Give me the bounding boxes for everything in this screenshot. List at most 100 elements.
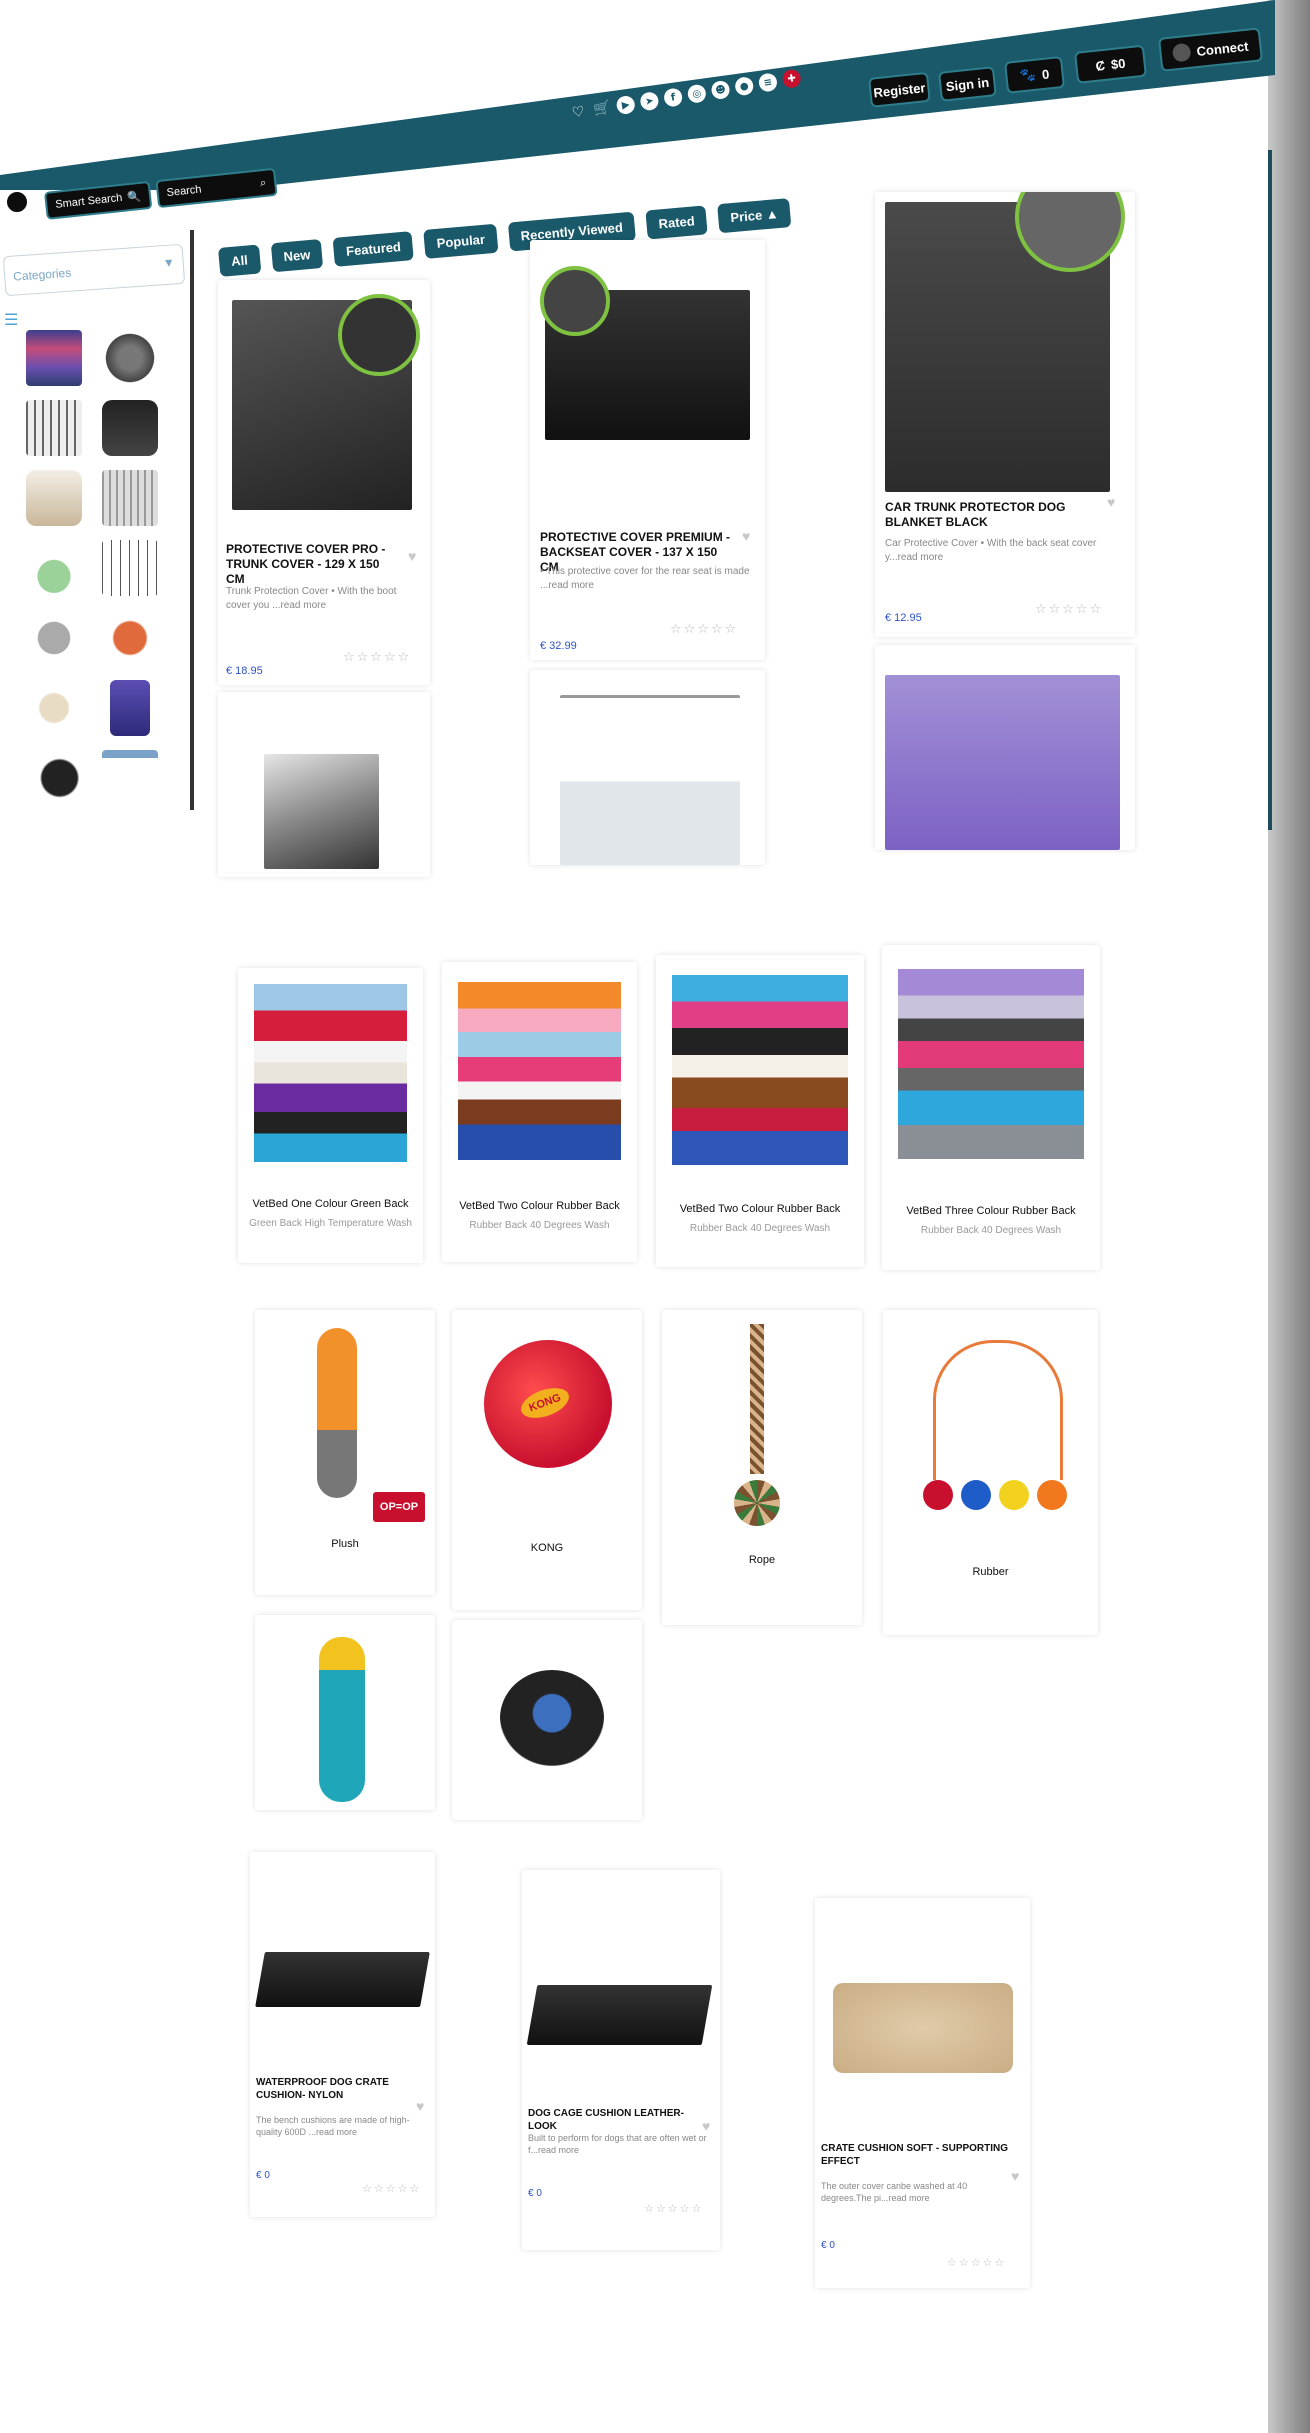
- product-card[interactable]: CRATE CUSHION SOFT - SUPPORTING EFFECT ♥…: [815, 1898, 1030, 2288]
- wishlist-heart-icon[interactable]: ♥: [416, 2098, 424, 2114]
- product-title[interactable]: CRATE CUSHION SOFT - SUPPORTING EFFECT: [821, 2143, 1016, 2168]
- category-thumb-toys[interactable]: [26, 680, 82, 736]
- category-thumb-crates[interactable]: [26, 400, 82, 456]
- youtube-icon[interactable]: ▶: [615, 94, 637, 116]
- product-price: € 32.99: [540, 640, 577, 652]
- product-image: [560, 695, 740, 865]
- product-card[interactable]: PROTECTIVE COVER PREMIUM - BACKSEAT COVE…: [530, 240, 765, 660]
- category-thumb-dryers[interactable]: [26, 750, 82, 806]
- register-button[interactable]: Register: [868, 71, 931, 108]
- product-card[interactable]: DOG CAGE CUSHION LEATHER- LOOK ♥ Built t…: [522, 1870, 720, 2250]
- cart-icon[interactable]: 🛒: [592, 98, 613, 119]
- toy-image: [500, 1670, 604, 1766]
- toy-category-card[interactable]: Rubber: [883, 1310, 1098, 1635]
- product-image-inset: [540, 266, 610, 336]
- category-thumb-pens[interactable]: [102, 540, 158, 596]
- category-thumb-cushions[interactable]: [26, 540, 82, 596]
- product-card[interactable]: PROTECTIVE COVER PRO - TRUNK COVER - 129…: [218, 280, 430, 685]
- product-title[interactable]: DOG CAGE CUSHION LEATHER- LOOK: [528, 2108, 708, 2133]
- vetbed-subtitle: Rubber Back 40 Degrees Wash: [469, 1220, 610, 1231]
- vetbed-card[interactable]: VetBed One Colour Green Back Green Back …: [238, 968, 423, 1263]
- product-card[interactable]: [875, 645, 1135, 850]
- categories-select[interactable]: Categories ▼: [2, 243, 186, 297]
- tab-all[interactable]: All: [218, 244, 261, 277]
- uk-flag-icon[interactable]: ✚: [781, 68, 802, 89]
- tab-popular[interactable]: Popular: [423, 223, 499, 259]
- product-description: The outer cover canbe washed at 40 degre…: [821, 2181, 968, 2204]
- sign-in-button[interactable]: Sign in: [938, 66, 997, 102]
- toy-image: [999, 1480, 1029, 1510]
- product-image: [526, 1985, 713, 2045]
- rating-stars[interactable]: ☆☆☆☆☆: [644, 2202, 703, 2215]
- vetbed-subtitle: Green Back High Temperature Wash: [249, 1218, 412, 1229]
- toy-image: [317, 1328, 357, 1498]
- product-image: [264, 754, 379, 869]
- rating-stars[interactable]: ☆☆☆☆☆: [670, 622, 738, 637]
- product-card[interactable]: [218, 692, 430, 877]
- smart-search-label: Smart Search: [54, 191, 123, 211]
- product-description: Trunk Protection Cover • With the boot c…: [226, 586, 397, 611]
- toy-image: [319, 1637, 365, 1802]
- paw-points-button[interactable]: 🐾 0: [1004, 55, 1066, 94]
- toy-category-card[interactable]: [255, 1615, 435, 1810]
- search-placeholder: Search: [166, 183, 203, 200]
- page-edge-line: [1268, 150, 1272, 830]
- product-title[interactable]: CAR TRUNK PROTECTOR DOG BLANKET BLACK: [885, 500, 1085, 530]
- wishlist-heart-icon[interactable]: ♥: [1107, 494, 1115, 510]
- rating-stars[interactable]: ☆☆☆☆☆: [1035, 602, 1103, 617]
- rating-stars[interactable]: ☆☆☆☆☆: [343, 650, 411, 665]
- toy-category-card[interactable]: OP=OP Plush: [255, 1310, 435, 1595]
- product-price: € 18.95: [226, 665, 263, 677]
- discord-icon[interactable]: ☻: [710, 79, 731, 101]
- product-description: Car Protective Cover • With the back sea…: [885, 538, 1097, 563]
- vetbed-image: [898, 969, 1084, 1159]
- toy-image-ball: [734, 1480, 780, 1526]
- category-thumb-grooming-tables[interactable]: [102, 750, 158, 806]
- vetbed-card[interactable]: VetBed Two Colour Rubber Back Rubber Bac…: [442, 962, 637, 1262]
- toy-category-card[interactable]: KONG KONG: [452, 1310, 642, 1610]
- telegram-icon[interactable]: ➤: [639, 90, 660, 112]
- vetbed-card[interactable]: VetBed Two Colour Rubber Back Rubber Bac…: [656, 955, 864, 1267]
- connect-label: Connect: [1195, 38, 1250, 59]
- wishlist-icon[interactable]: ♡: [568, 102, 589, 123]
- vetbed-card[interactable]: VetBed Three Colour Rubber Back Rubber B…: [882, 945, 1100, 1270]
- wishlist-heart-icon[interactable]: ♥: [742, 528, 750, 544]
- tab-new[interactable]: New: [270, 238, 324, 273]
- instagram-icon[interactable]: ◎: [686, 83, 708, 105]
- tab-price[interactable]: Price ▲: [717, 198, 792, 234]
- category-thumb-chews[interactable]: [102, 610, 158, 666]
- category-thumb-dog-beds[interactable]: [102, 330, 158, 386]
- brand-logo[interactable]: DogStore: [2, 190, 36, 224]
- toy-category-name: Rubber: [972, 1566, 1009, 1578]
- toy-image: [1037, 1480, 1067, 1510]
- facebook-icon[interactable]: f: [662, 87, 684, 108]
- category-thumb-cages[interactable]: [102, 470, 158, 526]
- tab-rated[interactable]: Rated: [645, 205, 708, 240]
- medium-icon[interactable]: ●: [733, 75, 755, 97]
- product-card[interactable]: [530, 670, 765, 865]
- toy-image: [750, 1324, 764, 1474]
- wishlist-heart-icon[interactable]: ♥: [408, 548, 416, 564]
- category-thumb-carriers[interactable]: [102, 400, 158, 456]
- toy-category-card[interactable]: [452, 1620, 642, 1820]
- category-thumb-dog-houses[interactable]: [26, 610, 82, 666]
- product-image: [255, 1952, 430, 2007]
- wallet-avatar-icon: [1171, 42, 1192, 63]
- rating-stars[interactable]: ☆☆☆☆☆: [362, 2182, 421, 2195]
- product-card[interactable]: WATERPROOF DOG CRATE CUSHION- NYLON ♥ Th…: [250, 1852, 435, 2217]
- product-image-inset: [338, 294, 420, 376]
- menu-icon[interactable]: ☰: [4, 310, 18, 330]
- chat-icon[interactable]: ≡: [757, 72, 779, 93]
- toy-category-card[interactable]: Rope: [662, 1310, 862, 1625]
- product-card[interactable]: CAR TRUNK PROTECTOR DOG BLANKET BLACK ♥ …: [875, 192, 1135, 637]
- category-thumb-blankets[interactable]: [26, 330, 82, 386]
- product-title[interactable]: PROTECTIVE COVER PRO - TRUNK COVER - 129…: [226, 542, 396, 587]
- chevron-down-icon: ▼: [162, 255, 176, 271]
- category-thumb-travel-crates[interactable]: [26, 470, 82, 526]
- rating-stars[interactable]: ☆☆☆☆☆: [947, 2256, 1006, 2269]
- product-title[interactable]: WATERPROOF DOG CRATE CUSHION- NYLON: [256, 2077, 421, 2102]
- toy-category-name: Plush: [331, 1538, 359, 1550]
- category-thumb-shampoo[interactable]: [110, 680, 150, 736]
- tab-featured[interactable]: Featured: [332, 231, 415, 267]
- product-price: € 0: [256, 2170, 270, 2181]
